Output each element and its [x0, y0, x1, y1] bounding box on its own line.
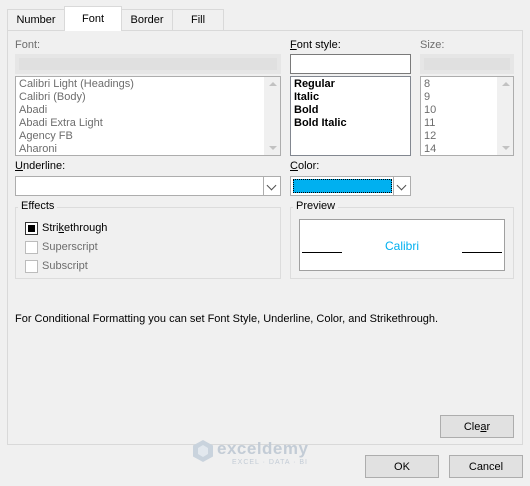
font-list[interactable]: Calibri Light (Headings) Calibri (Body) … — [15, 76, 281, 156]
size-list-scrollbar[interactable] — [497, 77, 513, 155]
underline-label-rest: nderline: — [22, 160, 66, 172]
preview-box: Calibri — [299, 219, 505, 271]
effects-title: Effects — [18, 200, 58, 212]
superscript-label[interactable]: Superscript — [42, 241, 98, 253]
font-style-item[interactable]: Italic — [294, 91, 319, 104]
size-list-item[interactable]: 14 — [424, 143, 436, 155]
cancel-button[interactable]: Cancel — [449, 455, 523, 478]
preview-title: Preview — [293, 200, 339, 212]
strikethrough-checkbox[interactable] — [25, 222, 38, 235]
font-list-item[interactable]: Abadi — [19, 104, 47, 117]
exceldemy-watermark: exceldemy EXCEL · DATA · BI — [192, 437, 352, 469]
size-label: Size: — [420, 39, 445, 51]
size-list[interactable]: 8 9 10 11 12 14 — [420, 76, 514, 156]
preview-sample-text: Calibri — [384, 239, 419, 253]
font-style-input[interactable] — [290, 54, 411, 74]
font-style-list[interactable]: Regular Italic Bold Bold Italic — [290, 76, 411, 156]
scroll-down-icon[interactable] — [269, 146, 277, 150]
font-input[interactable] — [15, 54, 281, 74]
watermark-name: exceldemy — [217, 439, 309, 458]
font-style-label-rest: ont style: — [296, 39, 341, 51]
font-style-item[interactable]: Regular — [294, 78, 335, 91]
strikethrough-label[interactable]: Strikethrough — [42, 222, 107, 234]
scroll-up-icon[interactable] — [269, 82, 277, 86]
size-list-item[interactable]: 8 — [424, 78, 430, 91]
color-label: Color: — [290, 160, 319, 172]
color-dropdown[interactable] — [290, 176, 411, 196]
scroll-down-icon[interactable] — [502, 146, 510, 150]
font-style-item[interactable]: Bold Italic — [294, 117, 347, 130]
font-label: Font: — [15, 39, 41, 51]
subscript-checkbox[interactable] — [25, 260, 38, 273]
clear-label-post: r — [486, 420, 491, 433]
font-list-item[interactable]: Abadi Extra Light — [19, 117, 103, 130]
size-list-item[interactable]: 9 — [424, 91, 430, 104]
clear-label-pre: Cle — [463, 420, 481, 433]
font-style-label: Font style: — [290, 39, 341, 51]
strikethrough-label-pre: Stri — [42, 222, 59, 234]
underline-label: Underline: — [15, 160, 65, 172]
size-input[interactable] — [420, 54, 514, 74]
size-input-inner — [424, 58, 510, 70]
font-list-item[interactable]: Calibri (Body) — [19, 91, 86, 104]
size-list-item[interactable]: 10 — [424, 104, 436, 117]
clear-button[interactable]: Cle a r — [440, 415, 514, 438]
subscript-label[interactable]: Subscript — [42, 260, 88, 272]
scroll-up-icon[interactable] — [502, 82, 510, 86]
underline-dropdown[interactable] — [15, 176, 281, 196]
watermark-tagline: EXCEL · DATA · BI — [232, 459, 308, 466]
superscript-checkbox[interactable] — [25, 241, 38, 254]
color-swatch — [293, 179, 392, 193]
strikethrough-label-post: ethrough — [64, 222, 108, 234]
font-list-scrollbar[interactable] — [264, 77, 280, 155]
underline-dropdown-button[interactable] — [263, 177, 280, 195]
chevron-down-icon — [396, 180, 407, 191]
font-style-label-accel: F — [290, 39, 297, 51]
underline-label-accel: U — [15, 160, 23, 172]
size-list-item[interactable]: 11 — [424, 117, 435, 130]
chevron-down-icon — [266, 180, 277, 191]
font-list-item[interactable]: Calibri Light (Headings) — [19, 78, 134, 91]
checkbox-checked-mark — [28, 225, 35, 232]
color-dropdown-button[interactable] — [393, 177, 410, 195]
color-label-rest: olor: — [297, 160, 320, 172]
size-list-item[interactable]: 12 — [424, 130, 436, 143]
conditional-format-info: For Conditional Formatting you can set F… — [15, 313, 439, 325]
color-label-accel: C — [290, 160, 298, 172]
ok-button[interactable]: OK — [365, 455, 439, 478]
font-style-item[interactable]: Bold — [294, 104, 318, 117]
dialog-content: Font: Calibri Light (Headings) Calibri (… — [0, 0, 530, 486]
font-list-item[interactable]: Aharoni — [19, 143, 57, 155]
font-list-item[interactable]: Agency FB — [19, 130, 73, 143]
font-input-inner — [19, 58, 277, 70]
exceldemy-logo-icon — [193, 440, 213, 462]
